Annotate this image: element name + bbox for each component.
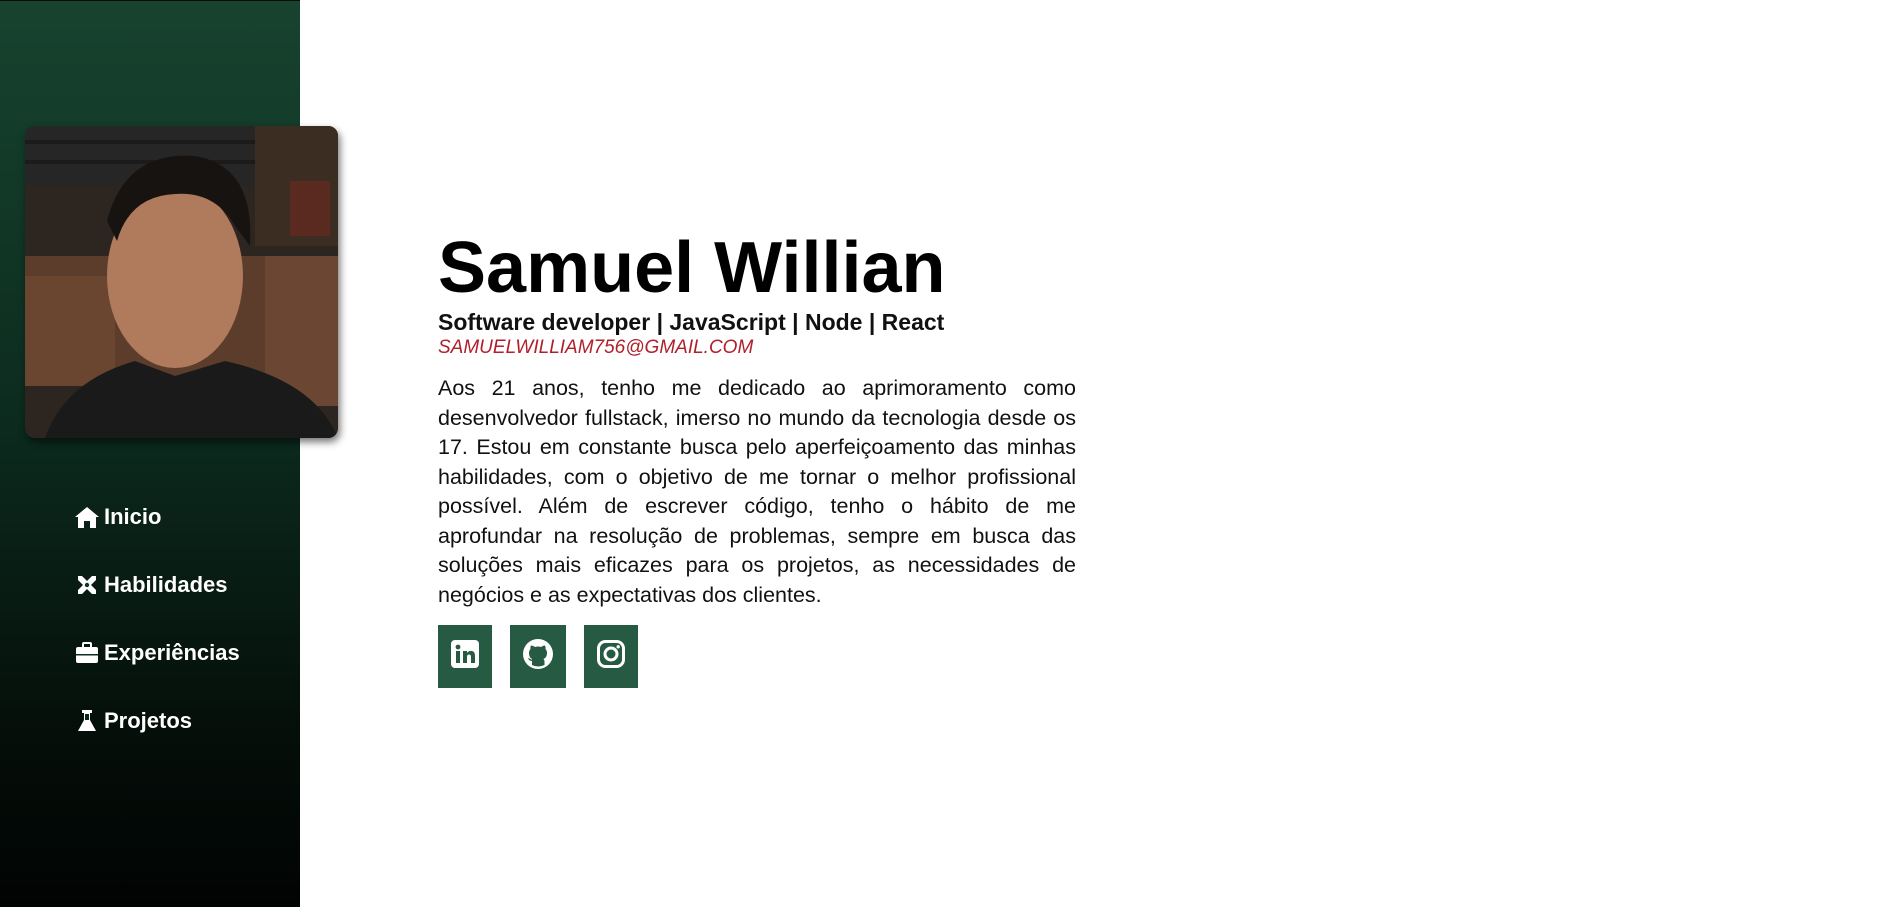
github-button[interactable] [510,625,566,688]
linkedin-icon [450,639,480,674]
nav-item-habilidades[interactable]: Habilidades [74,551,240,619]
main-content: Samuel Willian Software developer | Java… [438,228,1076,688]
profile-bio: Aos 21 anos, tenho me dedicado ao aprimo… [438,376,1076,607]
main-nav: Inicio Habilidades Experiências Projetos [74,483,240,755]
nav-item-inicio[interactable]: Inicio [74,483,240,551]
home-icon [74,504,100,530]
flask-icon [74,708,100,734]
briefcase-icon [74,640,100,666]
nav-item-experiencias[interactable]: Experiências [74,619,240,687]
nav-item-label: Habilidades [104,572,228,597]
github-icon [522,638,554,675]
profile-name: Samuel Willian [438,228,946,308]
profile-headline: Software developer | JavaScript | Node |… [438,309,945,335]
sidebar: Inicio Habilidades Experiências Projetos [0,0,338,907]
profile-photo [25,126,338,438]
nav-item-label: Experiências [104,640,240,665]
avatar [25,126,338,438]
social-links [438,625,1076,688]
nav-item-label: Inicio [104,504,162,529]
nav-item-projetos[interactable]: Projetos [74,687,240,755]
email-link[interactable]: SAMUELWILLIAM756@GMAIL.COM [438,336,753,360]
nav-item-label: Projetos [104,708,193,733]
instagram-icon [596,639,626,674]
tools-icon [74,572,100,598]
instagram-button[interactable] [584,625,638,688]
linkedin-button[interactable] [438,625,492,688]
